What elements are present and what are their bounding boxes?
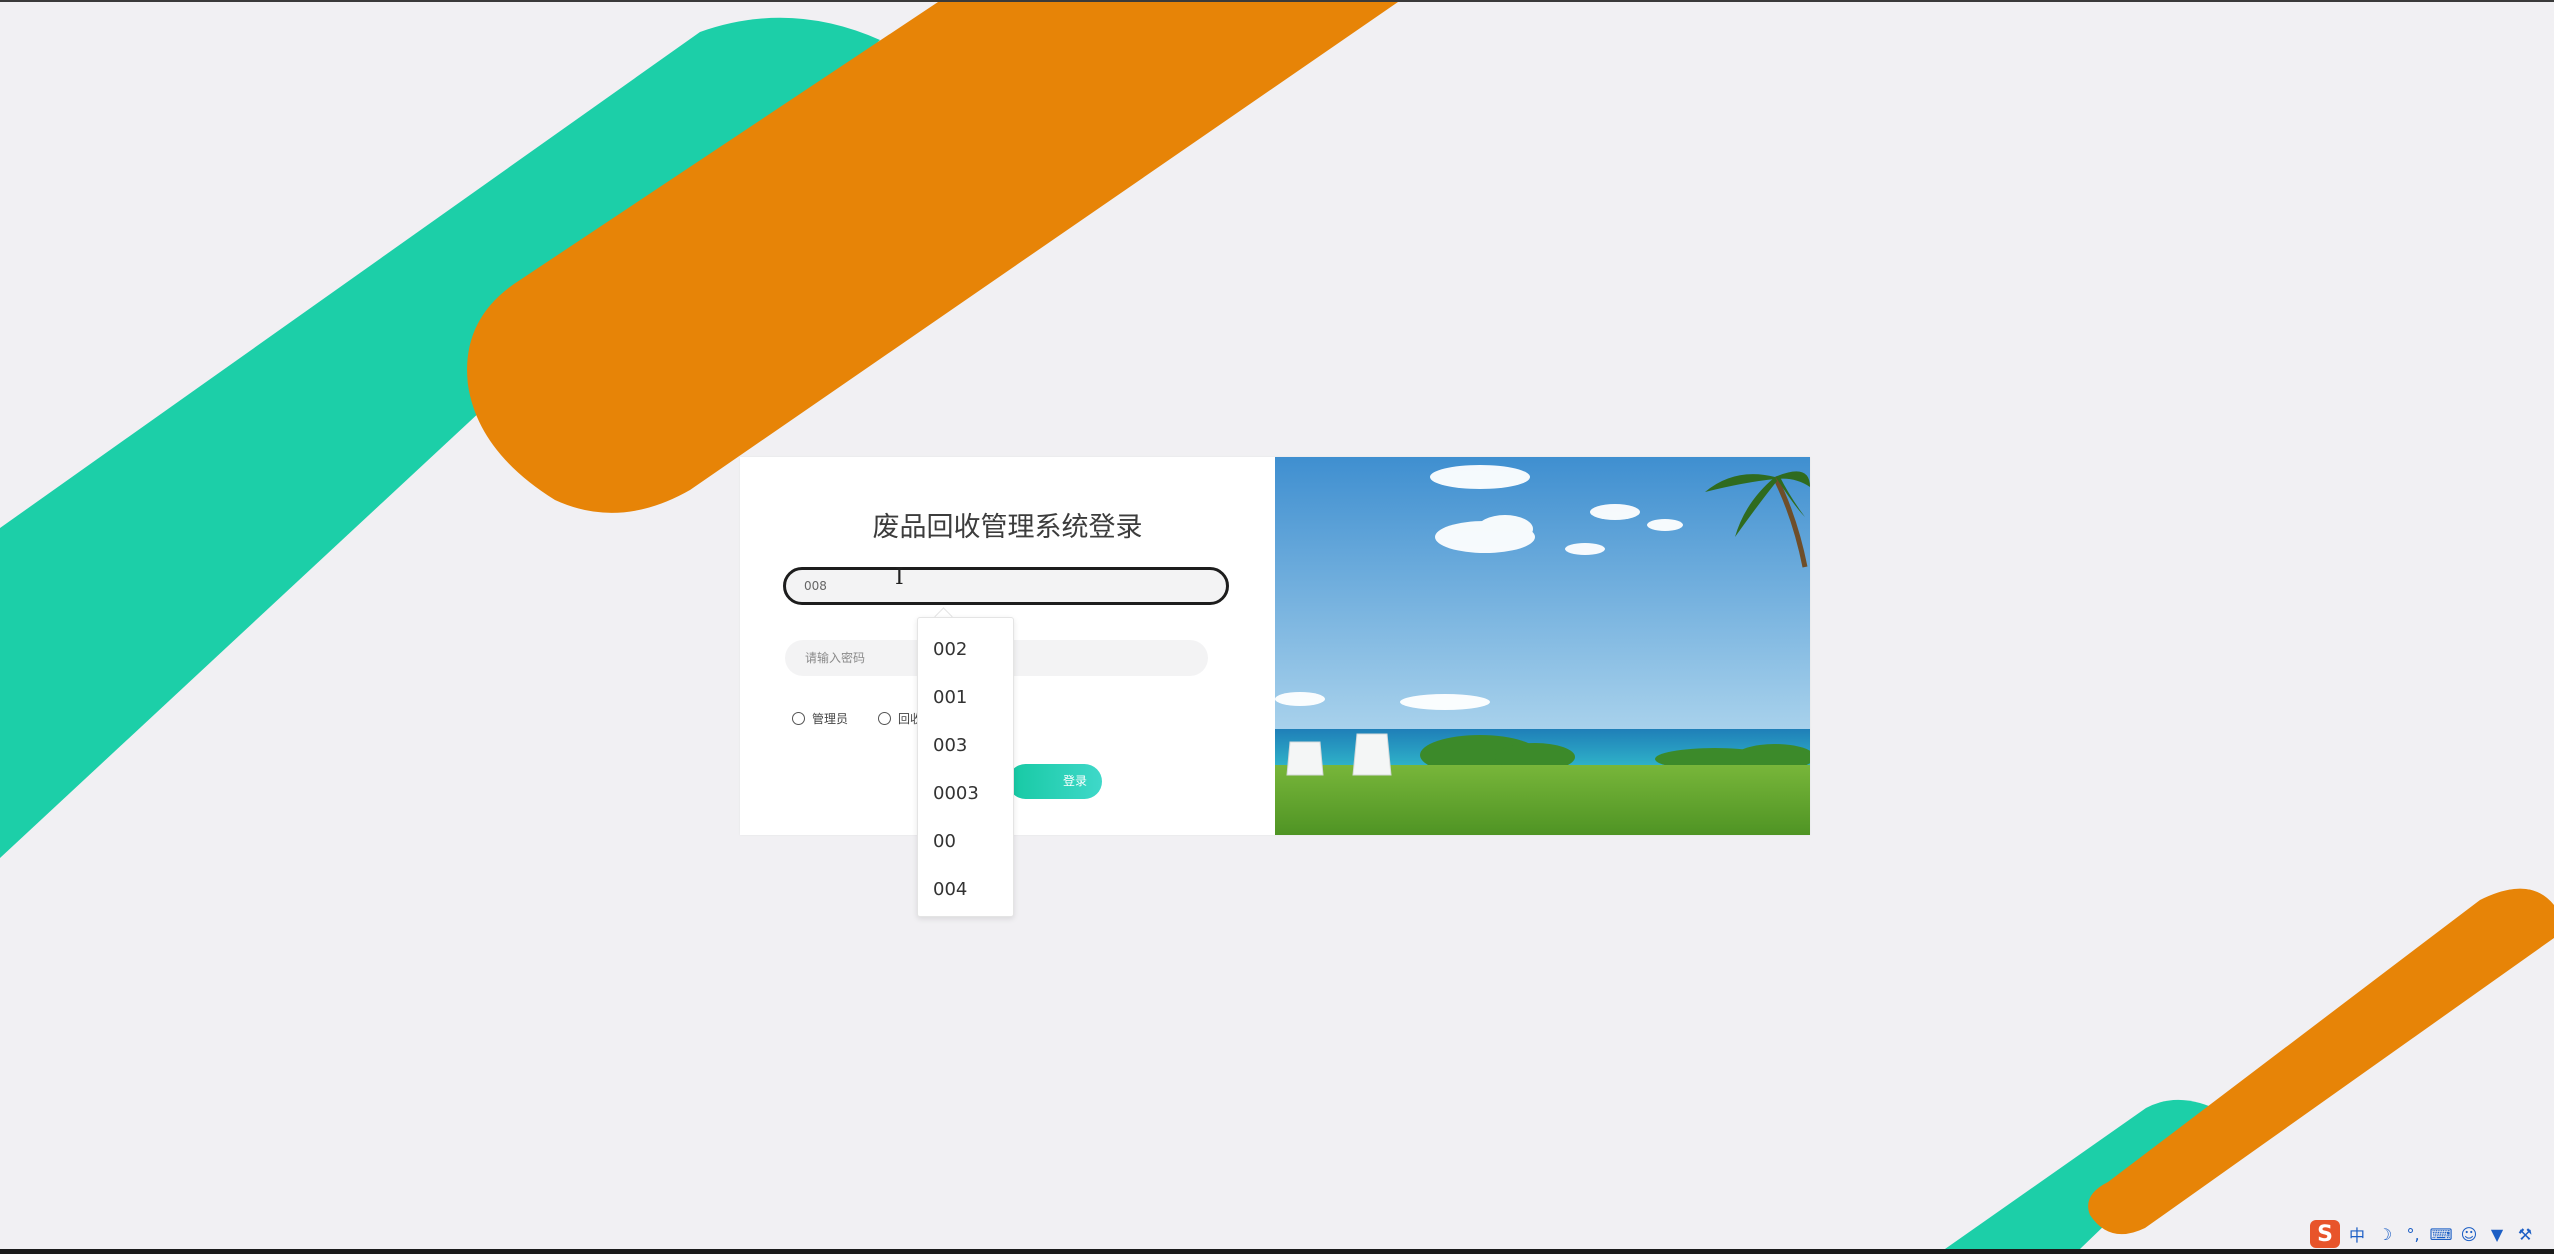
page-title: 废品回收管理系统登录 (872, 512, 1143, 543)
page: 废品回收管理系统登录 I 管理员 回收员 登录 (0, 0, 2554, 1254)
autocomplete-dropdown: 002 001 003 0003 00 004 (917, 617, 1014, 917)
orange-band-bottom (2088, 888, 2554, 1235)
beach-photo-art (1275, 457, 1810, 835)
autocomplete-option[interactable]: 002 (918, 626, 1013, 674)
orange-band-top (467, 2, 1398, 513)
ime-mode-indicator[interactable]: 中 (2346, 1223, 2368, 1245)
autocomplete-option[interactable]: 003 (918, 722, 1013, 770)
moon-icon[interactable]: ☽ (2374, 1223, 2396, 1245)
autocomplete-option[interactable]: 001 (918, 674, 1013, 722)
radio-icon[interactable] (792, 712, 805, 725)
login-card: 废品回收管理系统登录 I 管理员 回收员 登录 (740, 457, 1810, 835)
ime-toolbar: S 中 ☽ °, ⌨ ☺ ▼ ⚒ (2310, 1220, 2536, 1248)
role-label-admin: 管理员 (812, 712, 849, 726)
radio-icon[interactable] (878, 712, 891, 725)
bottom-border (0, 1249, 2554, 1254)
beach-photo (1275, 457, 1810, 835)
wrench-icon[interactable]: ⚒ (2514, 1223, 2536, 1245)
sogou-logo-icon[interactable]: S (2310, 1220, 2340, 1248)
autocomplete-option[interactable]: 004 (918, 866, 1013, 914)
login-button[interactable]: 登录 (1008, 764, 1102, 799)
username-input[interactable] (783, 567, 1229, 605)
user-icon[interactable]: ☺ (2458, 1223, 2480, 1245)
skin-icon[interactable]: ▼ (2486, 1223, 2508, 1245)
keyboard-icon[interactable]: ⌨ (2429, 1223, 2452, 1245)
text-cursor-icon: I (895, 565, 904, 590)
autocomplete-option[interactable]: 0003 (918, 770, 1013, 818)
autocomplete-option[interactable]: 00 (918, 818, 1013, 866)
punctuation-icon[interactable]: °, (2402, 1223, 2424, 1245)
